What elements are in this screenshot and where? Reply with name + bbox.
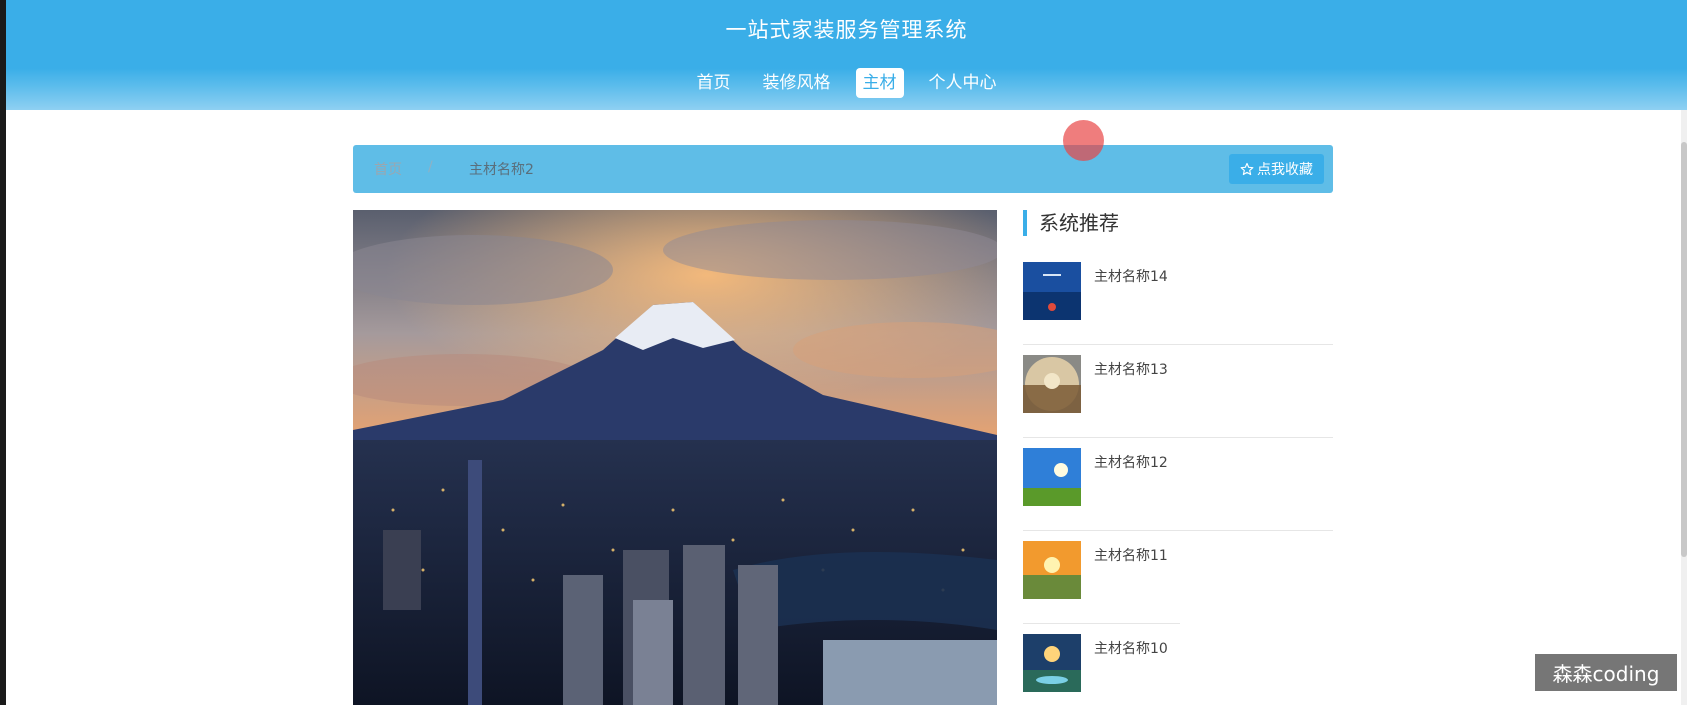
sidebar-heading: 系统推荐	[1023, 210, 1119, 236]
recommend-item[interactable]: 主材名称11	[1023, 541, 1333, 634]
divider	[1023, 530, 1333, 531]
nav-item-personal-center[interactable]: 个人中心	[922, 68, 1004, 98]
nav-item-decor-style[interactable]: 装修风格	[756, 68, 838, 98]
recommend-item-thumbnail[interactable]	[1023, 262, 1081, 320]
recommend-item-thumbnail[interactable]	[1023, 448, 1081, 506]
recommend-item[interactable]: 主材名称10	[1023, 634, 1333, 727]
recommend-item-thumbnail[interactable]	[1023, 634, 1081, 692]
recommend-item-thumbnail[interactable]	[1023, 355, 1081, 413]
breadcrumb: 首页 / 主材名称2 点我收藏	[353, 145, 1333, 193]
cursor-highlight	[1063, 120, 1104, 161]
product-main-image	[353, 210, 997, 705]
recommend-item-title[interactable]: 主材名称10	[1094, 638, 1168, 658]
divider	[1023, 623, 1180, 624]
page-scrollbar[interactable]	[1681, 110, 1687, 705]
nav-item-home[interactable]: 首页	[690, 68, 738, 98]
site-title: 一站式家装服务管理系统	[725, 18, 968, 42]
favorite-button[interactable]: 点我收藏	[1229, 154, 1324, 184]
divider	[1023, 344, 1333, 345]
recommend-item[interactable]: 主材名称13	[1023, 355, 1333, 448]
breadcrumb-current: 主材名称2	[469, 162, 534, 178]
recommend-item[interactable]: 主材名称12	[1023, 448, 1333, 541]
main-nav: 首页 装修风格 主材 个人中心	[6, 68, 1687, 98]
recommend-item[interactable]: 主材名称14	[1023, 262, 1333, 355]
breadcrumb-home-link[interactable]: 首页	[374, 159, 402, 179]
divider	[1023, 437, 1333, 438]
site-header: 一站式家装服务管理系统 首页 装修风格 主材 个人中心	[6, 0, 1687, 110]
star-outline-icon	[1240, 162, 1254, 176]
recommend-item-title[interactable]: 主材名称13	[1094, 359, 1168, 379]
breadcrumb-separator: /	[428, 159, 433, 175]
recommend-item-title[interactable]: 主材名称12	[1094, 452, 1168, 472]
nav-item-main-materials[interactable]: 主材	[855, 68, 904, 98]
recommend-item-title[interactable]: 主材名称14	[1094, 266, 1168, 286]
watermark: 森森coding	[1535, 654, 1677, 691]
scrollbar-thumb[interactable]	[1681, 142, 1687, 557]
recommend-item-title[interactable]: 主材名称11	[1094, 545, 1168, 565]
recommend-item-thumbnail[interactable]	[1023, 541, 1081, 599]
favorite-button-label: 点我收藏	[1257, 162, 1313, 178]
